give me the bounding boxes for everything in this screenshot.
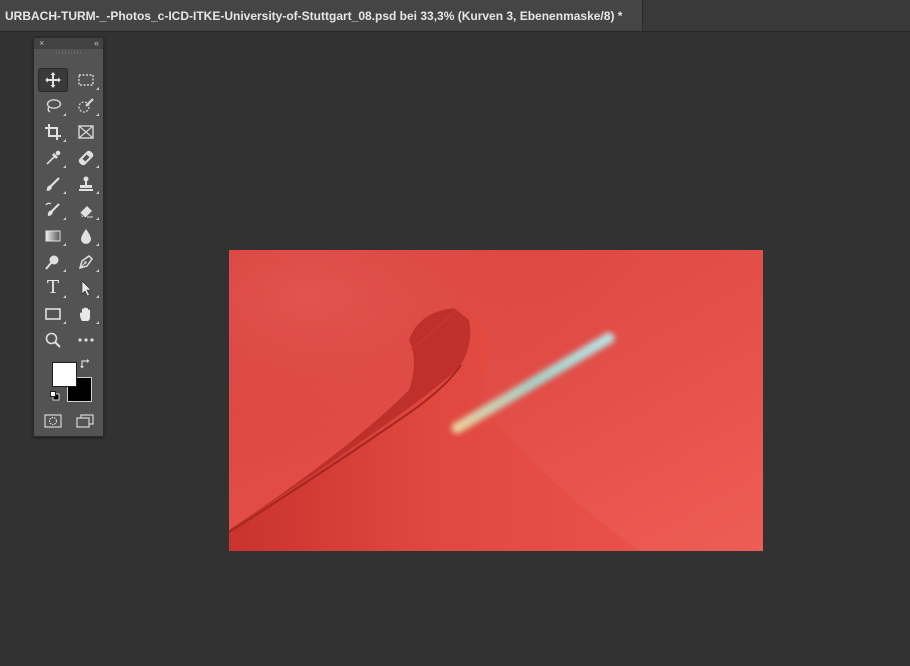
quick-selection-tool[interactable]	[71, 94, 101, 118]
lasso-icon	[46, 99, 62, 113]
eyedropper-tool[interactable]	[38, 146, 68, 170]
crop-tool[interactable]	[38, 120, 68, 144]
quick-mask-button[interactable]	[42, 412, 64, 430]
quick-selection-icon	[78, 98, 94, 113]
canvas-image	[229, 250, 763, 551]
gradient-tool[interactable]	[38, 224, 68, 248]
submenu-indicator-icon	[96, 243, 99, 246]
blur-tool[interactable]	[71, 224, 101, 248]
type-icon: T	[46, 277, 59, 298]
tools-panel: × ‹‹ T	[33, 37, 104, 437]
eraser-tool[interactable]	[71, 198, 101, 222]
dodge-tool[interactable]	[38, 250, 68, 274]
swap-colors-icon[interactable]	[80, 358, 92, 370]
submenu-indicator-icon	[63, 191, 66, 194]
submenu-indicator-icon	[63, 295, 66, 298]
frame-icon	[78, 125, 94, 139]
type-tool[interactable]: T	[38, 276, 68, 300]
document-tab[interactable]: URBACH-TURM-_-Photos_c-ICD-ITKE-Universi…	[0, 0, 643, 31]
screen-mode-icon	[76, 414, 94, 428]
foreground-color-swatch[interactable]	[52, 362, 77, 387]
submenu-indicator-icon	[96, 87, 99, 90]
pen-tool[interactable]	[71, 250, 101, 274]
document-title: URBACH-TURM-_-Photos_c-ICD-ITKE-Universi…	[5, 9, 623, 23]
screen-mode-button[interactable]	[74, 412, 96, 430]
move-icon	[45, 72, 61, 88]
submenu-indicator-icon	[96, 191, 99, 194]
dodge-icon	[45, 255, 59, 270]
gradient-icon	[45, 230, 61, 242]
hand-tool[interactable]	[71, 302, 101, 326]
submenu-indicator-icon	[96, 269, 99, 272]
ellipsis-icon	[78, 338, 94, 342]
submenu-indicator-icon	[96, 321, 99, 324]
tools-panel-header[interactable]: × ‹‹	[34, 38, 103, 49]
frame-tool[interactable]	[71, 120, 101, 144]
clone-stamp-tool[interactable]	[71, 172, 101, 196]
submenu-indicator-icon	[63, 321, 66, 324]
lasso-tool[interactable]	[38, 94, 68, 118]
submenu-indicator-icon	[63, 139, 66, 142]
quick-mask-icon	[44, 414, 62, 428]
submenu-indicator-icon	[63, 165, 66, 168]
eraser-icon	[79, 206, 93, 218]
bandage-icon	[78, 150, 94, 166]
tab-bar-divider	[0, 31, 910, 32]
rectangle-icon	[45, 308, 61, 320]
document-canvas[interactable]	[229, 250, 763, 551]
crop-icon	[45, 124, 61, 140]
tab-bar-empty	[643, 0, 910, 31]
submenu-indicator-icon	[63, 243, 66, 246]
more-tools[interactable]	[71, 328, 101, 352]
pen-icon	[78, 255, 93, 270]
panel-grip[interactable]	[56, 51, 82, 54]
submenu-indicator-icon	[96, 217, 99, 220]
zoom-icon	[45, 332, 61, 348]
history-brush-icon	[45, 202, 60, 216]
submenu-indicator-icon	[63, 113, 66, 116]
hand-icon	[80, 307, 90, 321]
move-tool[interactable]	[38, 68, 68, 92]
default-colors-icon[interactable]	[50, 391, 60, 401]
path-selection-tool[interactable]	[71, 276, 101, 300]
submenu-indicator-icon	[96, 113, 99, 116]
stamp-icon	[79, 176, 93, 191]
submenu-indicator-icon	[96, 295, 99, 298]
submenu-indicator-icon	[63, 269, 66, 272]
submenu-indicator-icon	[96, 165, 99, 168]
drop-icon	[81, 229, 91, 244]
close-panel-icon[interactable]: ×	[39, 39, 44, 48]
collapse-panel-icon[interactable]: ‹‹	[94, 39, 99, 48]
rect-marquee-icon	[78, 74, 94, 86]
marquee-tool[interactable]	[71, 68, 101, 92]
arrow-icon	[81, 280, 92, 297]
eyedropper-icon	[46, 150, 61, 165]
brush-tool[interactable]	[38, 172, 68, 196]
submenu-indicator-icon	[63, 217, 66, 220]
zoom-tool[interactable]	[38, 328, 68, 352]
rectangle-tool[interactable]	[38, 302, 68, 326]
history-brush-tool[interactable]	[38, 198, 68, 222]
healing-brush-tool[interactable]	[71, 146, 101, 170]
brush-icon	[46, 177, 60, 191]
